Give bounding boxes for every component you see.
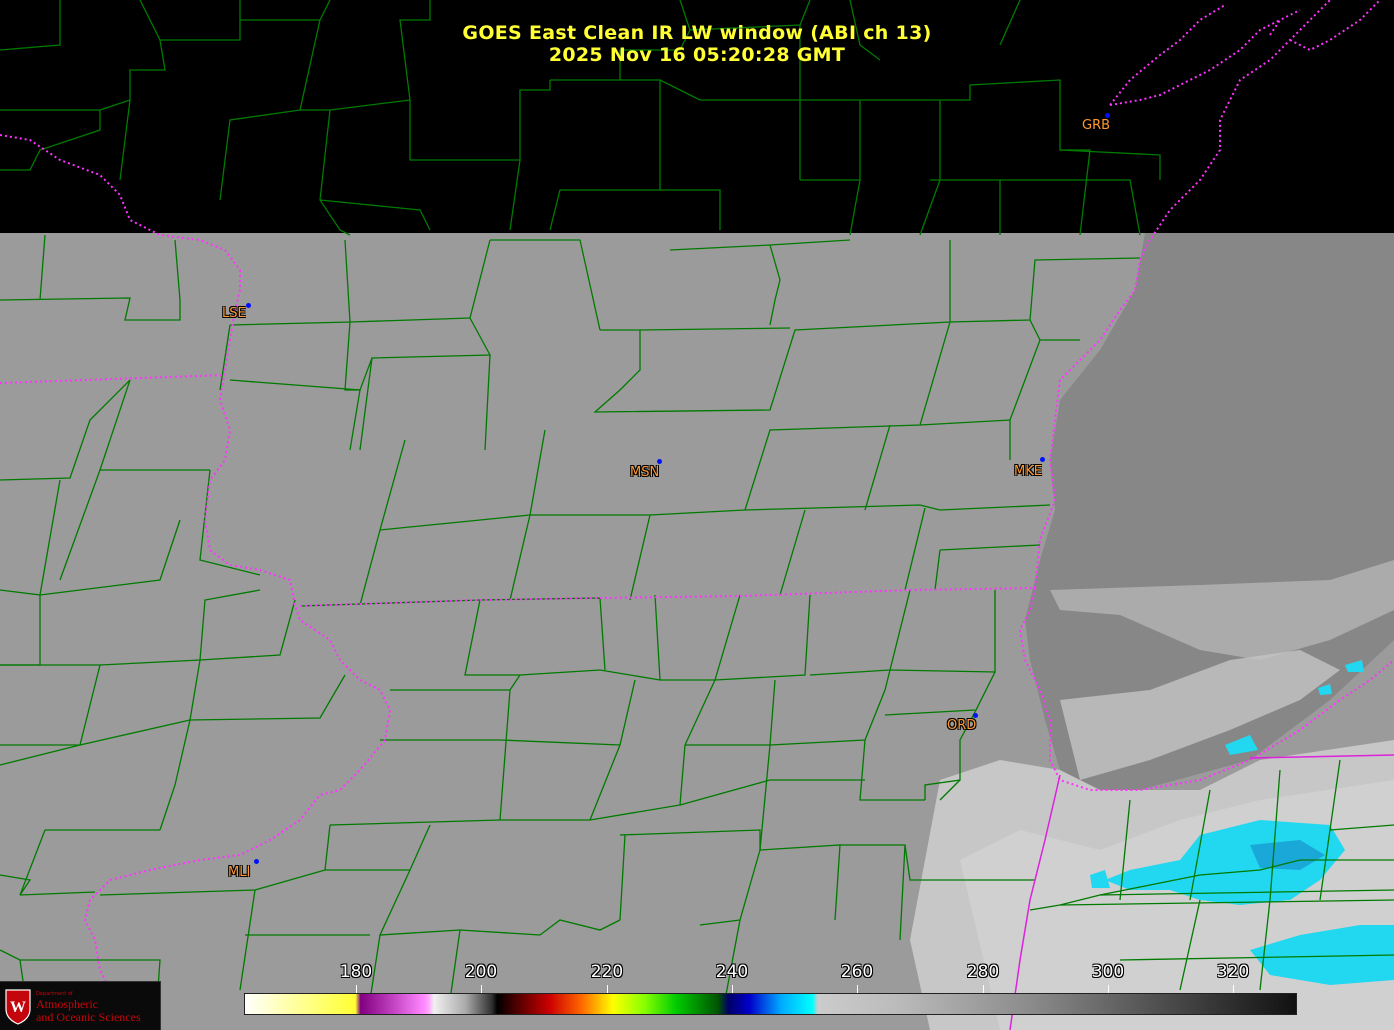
logo-line-2: and Oceanic Sciences (36, 1010, 141, 1024)
colorbar-tick (1108, 985, 1109, 993)
uw-crest-icon: W (5, 989, 31, 1025)
svg-text:W: W (10, 999, 26, 1016)
image-timestamp: 2025 Nov 16 05:20:28 GMT (548, 44, 846, 66)
colorbar-tick (732, 985, 733, 993)
colorbar-tick-label: 320 (1216, 962, 1250, 982)
ir-satellite-map (0, 0, 1394, 1030)
station-label-mke: MKE (1014, 464, 1042, 479)
colorbar-tick-label: 180 (339, 962, 373, 982)
colorbar-tick-label: 260 (840, 962, 874, 982)
colorbar-tick-label: 220 (590, 962, 624, 982)
colorbar-tick (983, 985, 984, 993)
colorbar-tick (607, 985, 608, 993)
colorbar-tick-label: 240 (715, 962, 749, 982)
colorbar-tick (857, 985, 858, 993)
colorbar-tick-label: 280 (966, 962, 1000, 982)
station-label-msn: MSN (630, 465, 660, 480)
station-label-mli: MLI (228, 865, 251, 880)
image-title: GOES East Clean IR LW window (ABI ch 13) (462, 22, 932, 44)
station-label-grb: GRB (1082, 118, 1111, 133)
station-dot-mke (1040, 457, 1045, 462)
station-label-lse: LSE (222, 306, 246, 321)
station-label-ord: ORD (947, 718, 977, 733)
colorbar-tick-label: 200 (464, 962, 498, 982)
satellite-image-viewer: GOES East Clean IR LW window (ABI ch 13)… (0, 0, 1394, 1030)
colorbar-tick-label: 300 (1091, 962, 1125, 982)
temperature-colorbar (244, 993, 1297, 1015)
colorbar-tick (1233, 985, 1234, 993)
station-dot-lse (246, 303, 251, 308)
colorbar-tick (356, 985, 357, 993)
station-dot-mli (254, 859, 259, 864)
aos-logo: W Department of Atmospheric and Oceanic … (0, 981, 161, 1030)
colorbar-tick (481, 985, 482, 993)
station-dot-msn (657, 459, 662, 464)
